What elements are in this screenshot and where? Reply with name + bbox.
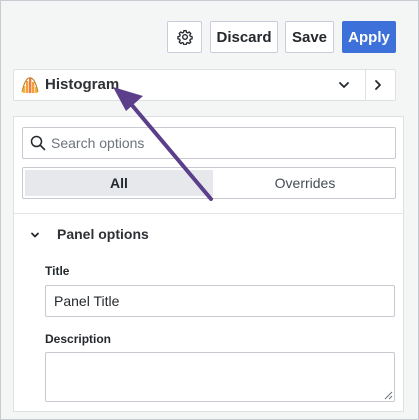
settings-button[interactable] bbox=[167, 21, 202, 53]
discard-button[interactable]: Discard bbox=[210, 21, 278, 53]
panel-editor-options: Discard Save Apply Histogram Search opti… bbox=[0, 0, 419, 420]
resize-grip-icon[interactable] bbox=[384, 391, 393, 400]
apply-button[interactable]: Apply bbox=[342, 21, 396, 53]
description-input[interactable] bbox=[45, 352, 395, 402]
visualization-name: Histogram bbox=[45, 76, 120, 93]
tab-overrides[interactable]: Overrides bbox=[215, 170, 395, 196]
chevron-down-icon[interactable] bbox=[28, 228, 42, 242]
options-pane: All Overrides Panel options Title Descri… bbox=[13, 116, 404, 412]
toolbar: Discard Save Apply bbox=[1, 1, 418, 67]
chevron-down-icon[interactable] bbox=[336, 76, 352, 94]
save-button[interactable]: Save bbox=[285, 21, 334, 53]
histogram-icon bbox=[21, 77, 39, 93]
divider bbox=[14, 213, 403, 214]
tab-all[interactable]: All bbox=[25, 170, 213, 196]
divider bbox=[365, 70, 366, 100]
visualization-picker[interactable]: Histogram bbox=[13, 69, 396, 101]
section-title-panel-options[interactable]: Panel options bbox=[57, 226, 149, 242]
title-input[interactable] bbox=[45, 285, 395, 317]
options-tabs: All Overrides bbox=[22, 167, 396, 199]
search-input[interactable] bbox=[51, 128, 381, 158]
search-icon bbox=[30, 135, 46, 151]
gear-icon bbox=[176, 30, 193, 45]
search-box bbox=[22, 127, 396, 159]
title-label: Title bbox=[45, 264, 70, 278]
chevron-right-icon[interactable] bbox=[370, 76, 386, 94]
description-label: Description bbox=[45, 332, 112, 346]
